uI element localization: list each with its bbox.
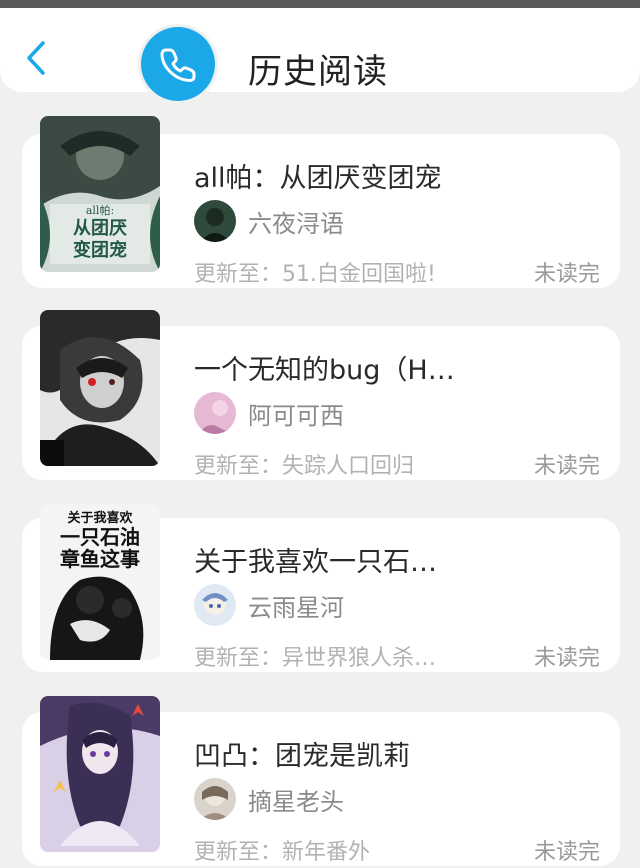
book-title: 一个无知的bug（H… — [194, 355, 455, 386]
author-name: 六夜浔语 — [248, 210, 344, 238]
read-status: 未读完 — [533, 840, 600, 865]
author-avatar — [194, 584, 236, 626]
author-name: 云雨星河 — [248, 594, 344, 622]
cover-title-line1: 关于我喜欢 — [67, 510, 133, 526]
cover-title-line3: 变团宠 — [73, 239, 127, 261]
phone-icon — [160, 48, 196, 82]
status-bar — [0, 0, 640, 8]
update-text: 更新至：新年番外 — [194, 840, 371, 865]
cover-title-line2: 从团厌 — [73, 218, 127, 239]
read-status: 未读完 — [533, 454, 600, 479]
phone-badge[interactable] — [138, 24, 218, 104]
book-title: all帕：从团厌变团宠 — [194, 163, 442, 194]
update-text: 更新至：51.白金回国啦! — [194, 262, 436, 287]
author-name: 阿可可西 — [248, 402, 344, 430]
book-cover[interactable] — [40, 310, 160, 466]
page-title: 历史阅读 — [248, 52, 388, 92]
author-avatar — [194, 778, 236, 820]
book-title: 关于我喜欢一只石… — [194, 547, 437, 578]
update-text: 更新至：异世界狼人杀… — [194, 646, 437, 671]
cover-title-line1: all帕: — [86, 203, 114, 217]
cover-title-line3: 章鱼这事 — [60, 547, 140, 571]
author-avatar — [194, 200, 236, 242]
book-title: 凹凸：团宠是凯莉 — [194, 741, 410, 772]
read-status: 未读完 — [533, 262, 600, 287]
cover-title-line2: 一只石油 — [60, 525, 140, 549]
chevron-left-icon — [27, 41, 45, 75]
header-bar: 历史阅读 — [0, 8, 640, 92]
book-cover[interactable]: all帕: 从团厌 变团宠 — [40, 116, 160, 272]
author-name: 摘星老头 — [248, 788, 344, 816]
back-button[interactable] — [18, 38, 54, 78]
update-text: 更新至：失踪人口回归 — [194, 454, 415, 479]
read-status: 未读完 — [533, 646, 600, 671]
book-cover[interactable] — [40, 696, 160, 852]
book-cover[interactable]: 关于我喜欢 一只石油 章鱼这事 — [40, 504, 160, 660]
author-avatar — [194, 392, 236, 434]
